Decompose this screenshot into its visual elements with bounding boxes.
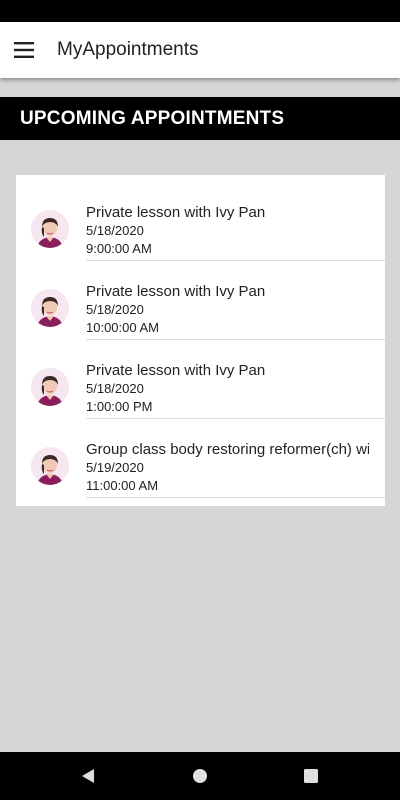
appointment-title: Private lesson with Ivy Pan bbox=[86, 204, 266, 221]
appointment-date: 5/19/2020 bbox=[86, 460, 144, 475]
instructor-avatar bbox=[31, 289, 69, 327]
appointment-title: Private lesson with Ivy Pan bbox=[86, 283, 266, 300]
back-triangle-icon[interactable] bbox=[80, 768, 96, 784]
appointment-time: 10:00:00 AM bbox=[86, 319, 159, 335]
appointment-title: Private lesson with Ivy Pan bbox=[86, 362, 266, 379]
appointment-item[interactable]: Private lesson with Ivy Pan 5/18/2020 1:… bbox=[16, 340, 385, 419]
divider bbox=[86, 497, 385, 498]
appointment-time: 11:00:00 AM bbox=[86, 477, 159, 493]
recents-square-icon[interactable] bbox=[303, 768, 319, 784]
instructor-avatar bbox=[31, 447, 69, 485]
appointment-time: 1:00:00 PM bbox=[86, 398, 153, 414]
appointment-title: Group class body restoring reformer(ch) … bbox=[86, 441, 369, 458]
section-title: UPCOMING APPOINTMENTS bbox=[20, 108, 285, 129]
instructor-avatar bbox=[31, 210, 69, 248]
status-bar bbox=[0, 0, 400, 22]
instructor-avatar bbox=[31, 368, 69, 406]
appointment-item[interactable]: Private lesson with Ivy Pan 5/18/2020 10… bbox=[16, 261, 385, 340]
appointment-item[interactable]: Private lesson with Ivy Pan 5/18/2020 9:… bbox=[16, 182, 385, 261]
appointment-time: 9:00:00 AM bbox=[86, 240, 152, 256]
home-circle-icon[interactable] bbox=[192, 768, 208, 784]
app-title: MyAppointments bbox=[57, 39, 199, 60]
appointment-date: 5/18/2020 bbox=[86, 381, 144, 396]
hamburger-menu-icon[interactable] bbox=[14, 42, 34, 58]
section-header: UPCOMING APPOINTMENTS bbox=[0, 97, 400, 140]
app-bar: MyAppointments bbox=[0, 22, 400, 78]
appointment-date: 5/18/2020 bbox=[86, 223, 144, 238]
appointments-list: Private lesson with Ivy Pan 5/18/2020 9:… bbox=[16, 175, 385, 506]
appointment-item[interactable]: Group class body restoring reformer(ch) … bbox=[16, 419, 385, 498]
appointment-date: 5/18/2020 bbox=[86, 302, 144, 317]
system-nav-bar bbox=[0, 752, 400, 800]
